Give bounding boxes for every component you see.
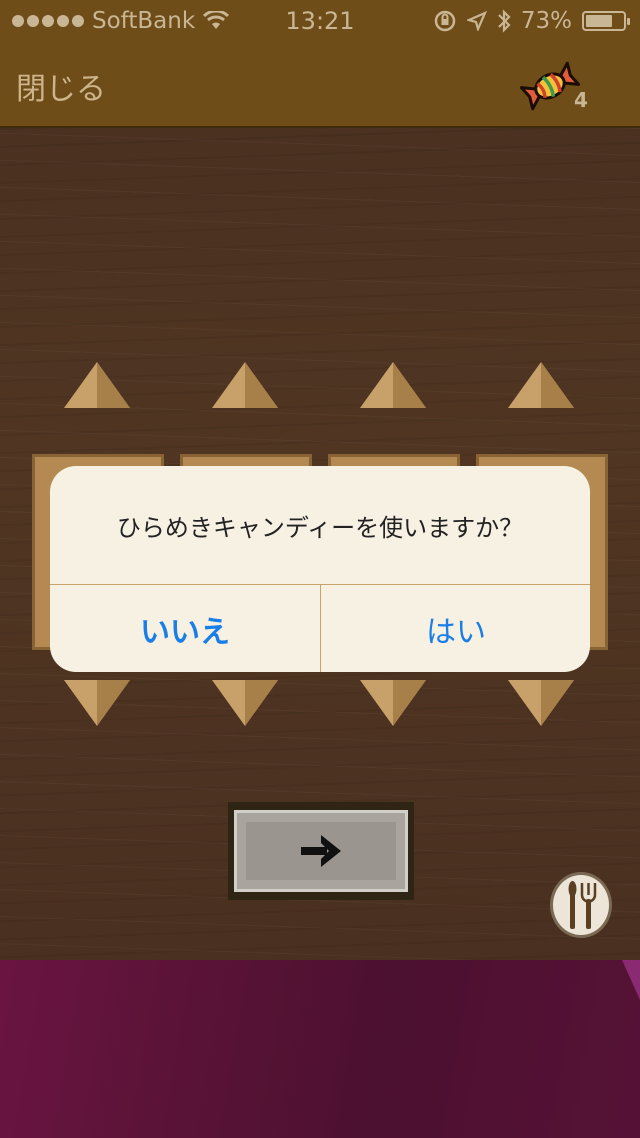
- floor-corner: [622, 960, 640, 1000]
- app-screen: SoftBank 13:21 73% 閉じる 4 ひらめきキャンディーを使います…: [0, 0, 640, 1138]
- status-bar: SoftBank 13:21 73%: [0, 0, 640, 42]
- dialog-message: ひらめきキャンディーを使いますか？: [116, 513, 524, 542]
- battery-icon: [582, 11, 630, 31]
- bluetooth-icon: [498, 9, 511, 33]
- down-arrow-button-4[interactable]: [506, 678, 576, 728]
- yes-button[interactable]: はい: [321, 585, 590, 672]
- down-arrow-button-1[interactable]: [62, 678, 132, 728]
- no-button[interactable]: いいえ: [50, 585, 320, 672]
- floor-area: [0, 960, 640, 1138]
- up-arrow-button-2[interactable]: [210, 360, 280, 410]
- up-arrow-button-1[interactable]: [62, 360, 132, 410]
- right-arrow-icon: [301, 835, 341, 867]
- down-arrow-button-3[interactable]: [358, 678, 428, 728]
- battery-percentage: 73%: [520, 8, 572, 34]
- next-button-face: [246, 822, 396, 880]
- orientation-lock-icon: [434, 10, 456, 32]
- top-bar: SoftBank 13:21 73% 閉じる 4: [0, 0, 640, 128]
- candy-icon[interactable]: [518, 56, 582, 116]
- close-button[interactable]: 閉じる: [16, 64, 106, 108]
- up-arrow-button-3[interactable]: [358, 360, 428, 410]
- down-arrow-button-2[interactable]: [210, 678, 280, 728]
- confirm-dialog: ひらめきキャンディーを使いますか？ いいえ はい: [50, 466, 590, 672]
- location-icon: [466, 11, 487, 31]
- hint-button[interactable]: [550, 872, 612, 938]
- candy-count: 4: [574, 88, 588, 112]
- fork-knife-icon: [568, 881, 597, 929]
- next-button[interactable]: [234, 810, 408, 892]
- up-arrow-button-4[interactable]: [506, 360, 576, 410]
- status-right-group: 73%: [433, 8, 630, 34]
